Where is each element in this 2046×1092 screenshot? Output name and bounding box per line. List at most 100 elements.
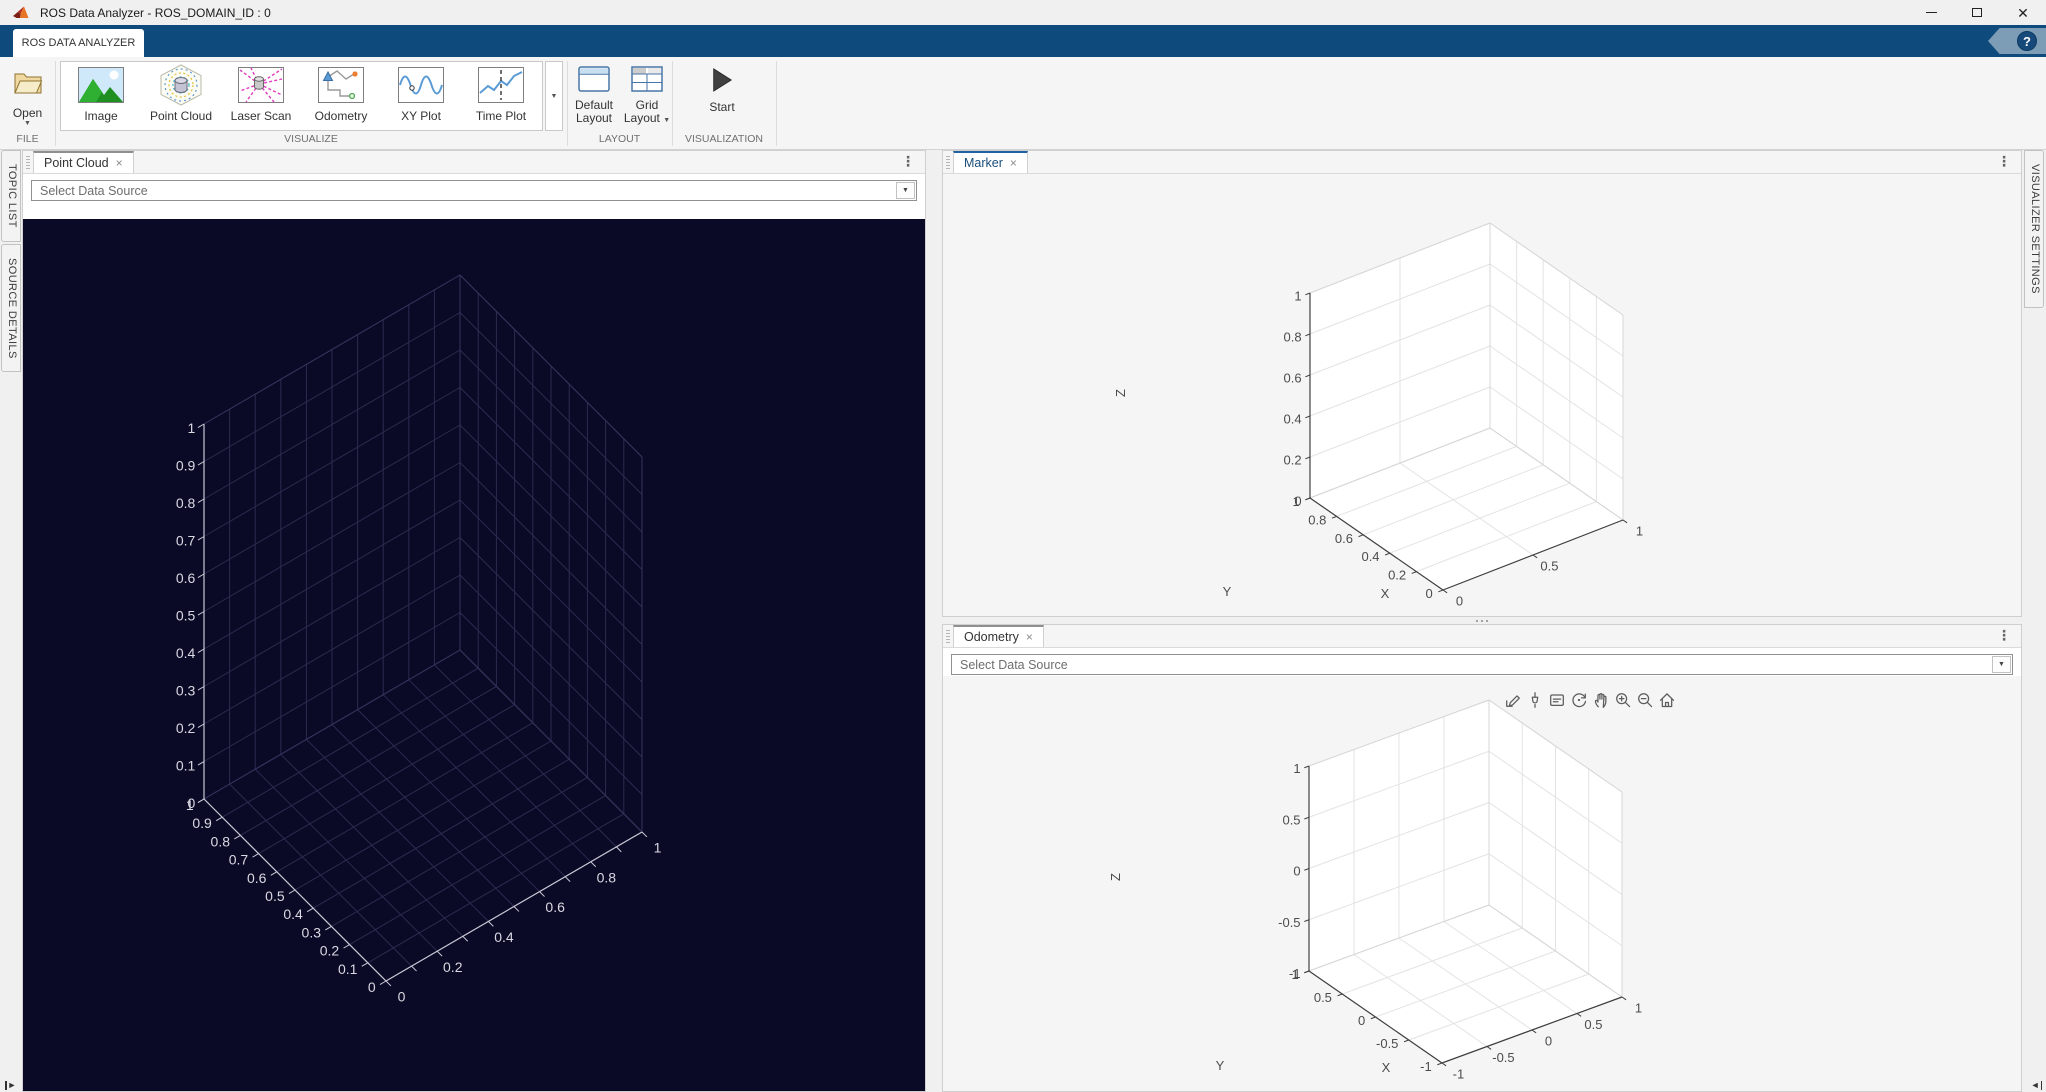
start-button[interactable]: Start (696, 63, 748, 133)
tab-close-icon[interactable]: × (1010, 156, 1017, 170)
svg-text:0: 0 (1545, 1033, 1552, 1048)
minimize-button[interactable] (1908, 0, 1954, 25)
svg-text:0.2: 0.2 (176, 720, 196, 736)
visualize-item-xy-plot[interactable]: XY Plot (381, 62, 461, 130)
svg-text:0.5: 0.5 (265, 888, 285, 904)
left-rail: TOPIC LIST SOURCE DETAILS (0, 150, 22, 1092)
svg-text:0.7: 0.7 (176, 533, 196, 549)
visualize-gallery: Image Point Cloud Laser Scan Odometry XY Plo… (60, 61, 543, 131)
zoom-out-icon[interactable] (1635, 690, 1654, 709)
vertical-splitter[interactable] (926, 150, 942, 1092)
point-cloud-plot-canvas[interactable]: 00.20.40.60.8100.10.20.30.40.50.60.70.80… (23, 219, 925, 1091)
visualize-item-label: XY Plot (401, 110, 441, 123)
odometry-plot-canvas[interactable]: -1-0.500.51-1-0.500.51-1-0.500.51XYZ (943, 676, 2021, 1091)
close-button[interactable]: ✕ (2000, 0, 2046, 25)
point-cloud-source-dropdown[interactable]: Select Data Source ▼ (31, 180, 917, 201)
dock-collapse-left-button[interactable]: ► (5, 1080, 16, 1090)
svg-text:0.2: 0.2 (320, 943, 340, 959)
marker-panel: Marker × ⋮ 00.5100.20.40.60.8100.20.40.6… (942, 150, 2022, 617)
grid-layout-button[interactable]: Grid Layout ▼ (621, 63, 673, 133)
visualize-item-label: Laser Scan (231, 110, 292, 123)
visualize-item-label: Image (84, 110, 117, 123)
section-label-visualization: VISUALIZATION (672, 132, 776, 146)
odometry-source-dropdown[interactable]: Select Data Source ▼ (951, 654, 2013, 675)
svg-text:0.4: 0.4 (283, 906, 303, 922)
rotate-icon[interactable] (1569, 690, 1588, 709)
visualize-item-point-cloud[interactable]: Point Cloud (141, 62, 221, 130)
tab-marker[interactable]: Marker × (953, 151, 1028, 173)
close-icon: ✕ (2017, 6, 2029, 20)
sidebar-tab-topic-list[interactable]: TOPIC LIST (1, 150, 21, 242)
svg-text:0: 0 (1293, 864, 1300, 879)
svg-text:0.5: 0.5 (1584, 1017, 1602, 1032)
tab-close-icon[interactable]: × (1026, 630, 1033, 644)
odometry-axes-toolbar (1503, 690, 1676, 709)
drag-grip-icon[interactable] (26, 156, 30, 169)
svg-text:0: 0 (1426, 586, 1433, 601)
default-layout-button[interactable]: Default Layout (568, 63, 620, 133)
svg-text:0.2: 0.2 (1388, 568, 1406, 583)
svg-text:1: 1 (1294, 288, 1301, 303)
home-icon[interactable] (1657, 690, 1676, 709)
drag-grip-icon[interactable] (946, 630, 950, 643)
help-button[interactable]: ? (2017, 31, 2037, 51)
visualize-item-image[interactable]: Image (61, 62, 141, 130)
svg-text:0.4: 0.4 (494, 929, 514, 945)
drag-grip-icon[interactable] (946, 156, 950, 169)
pan-icon[interactable] (1591, 690, 1610, 709)
svg-text:Z: Z (1108, 873, 1123, 881)
sidebar-tab-visualizer-settings[interactable]: VISUALIZER SETTINGS (2024, 150, 2044, 308)
odometry-source-placeholder: Select Data Source (960, 658, 1068, 672)
panel-menu-icon[interactable]: ⋮ (1997, 627, 2011, 644)
default-layout-icon (578, 63, 610, 95)
svg-text:0: 0 (1358, 1013, 1365, 1028)
visualize-item-time-plot[interactable]: Time Plot (461, 62, 541, 130)
zoom-in-icon[interactable] (1613, 690, 1632, 709)
export-icon[interactable] (1503, 690, 1522, 709)
default-layout-label: Default Layout (568, 99, 620, 125)
section-label-layout: LAYOUT (567, 132, 672, 146)
svg-text:Z: Z (1113, 389, 1128, 397)
start-label: Start (709, 101, 734, 114)
svg-text:0.1: 0.1 (176, 758, 196, 774)
tab-ros-data-analyzer[interactable]: ROS DATA ANALYZER (13, 29, 144, 57)
open-button[interactable]: Open ▼ (0, 63, 55, 133)
dropdown-caret-icon[interactable]: ▼ (896, 182, 915, 199)
point-cloud-source-placeholder: Select Data Source (40, 184, 148, 198)
sidebar-tab-source-details[interactable]: SOURCE DETAILS (1, 244, 21, 373)
point-cloud-panel: Point Cloud × ⋮ Select Data Source ▼ 0 0.… (22, 150, 926, 1092)
datatips-icon[interactable] (1547, 690, 1566, 709)
svg-text:0.6: 0.6 (1335, 531, 1353, 546)
matlab-logo-icon (12, 4, 32, 21)
svg-text:X: X (1381, 586, 1390, 601)
panel-menu-icon[interactable]: ⋮ (1997, 153, 2011, 170)
tab-close-icon[interactable]: × (116, 156, 123, 170)
dock-collapse-right-button[interactable]: ◄ (2031, 1080, 2042, 1090)
marker-plot-canvas[interactable]: 00.5100.20.40.60.8100.20.40.60.81XYZ (943, 174, 2021, 616)
panel-menu-icon[interactable]: ⋮ (901, 153, 915, 170)
horizontal-splitter[interactable] (942, 617, 2022, 624)
help-banner: ? (1988, 28, 2046, 54)
svg-text:1: 1 (1636, 523, 1643, 538)
svg-text:0.3: 0.3 (302, 924, 322, 940)
svg-text:-1: -1 (1420, 1059, 1432, 1074)
dropdown-caret-icon[interactable]: ▼ (1992, 656, 2011, 673)
maximize-button[interactable] (1954, 0, 2000, 25)
xy-plot-icon (398, 64, 444, 106)
visualize-item-laser-scan[interactable]: Laser Scan (221, 62, 301, 130)
svg-text:0: 0 (398, 989, 406, 1005)
grid-layout-icon (631, 63, 663, 95)
odometry-panel: Odometry × ⋮ Select Data Source ▼ -1-0.5… (942, 624, 2022, 1092)
tab-odometry[interactable]: Odometry × (953, 625, 1044, 647)
svg-text:0.8: 0.8 (211, 833, 231, 849)
svg-text:0.8: 0.8 (597, 869, 617, 885)
svg-text:1: 1 (188, 420, 196, 436)
main-area: TOPIC LIST SOURCE DETAILS Point Cloud × … (0, 150, 2046, 1092)
gallery-overflow-button[interactable]: ▼ (545, 61, 563, 131)
tab-point-cloud[interactable]: Point Cloud × (33, 151, 134, 173)
time-plot-icon (478, 64, 524, 106)
odometry-icon (318, 64, 364, 106)
brush-icon[interactable] (1525, 690, 1544, 709)
visualize-item-odometry[interactable]: Odometry (301, 62, 381, 130)
svg-text:0.5: 0.5 (1314, 990, 1332, 1005)
